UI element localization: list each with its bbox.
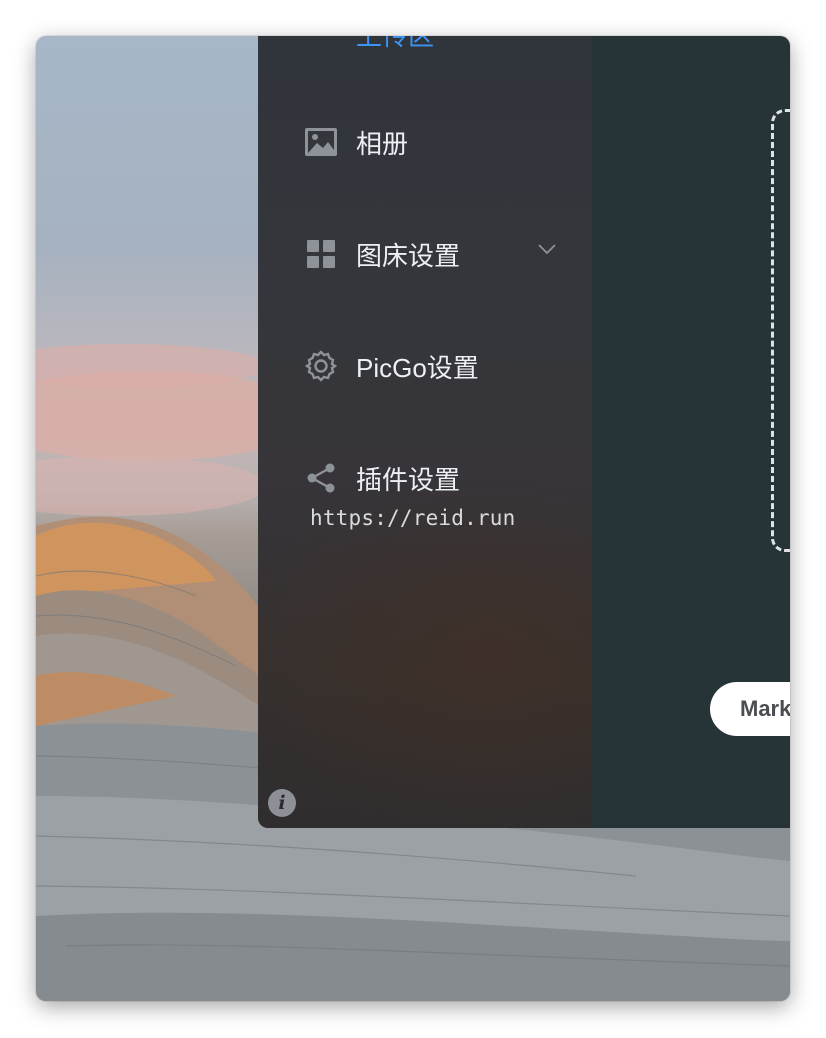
app-window: 上传区 相册 图床设置 PicGo设 xyxy=(36,36,790,1001)
image-icon xyxy=(304,125,338,159)
sidebar-item-label: 插件设置 xyxy=(356,464,461,495)
sidebar-item-gallery[interactable]: 相册 xyxy=(304,122,408,162)
gear-icon xyxy=(304,349,338,383)
info-icon[interactable]: i xyxy=(268,789,296,817)
upload-drop-zone[interactable] xyxy=(771,109,790,552)
sidebar-item-upload[interactable]: 上传区 xyxy=(304,36,434,54)
sidebar-item-picgo-settings[interactable]: PicGo设置 xyxy=(304,346,479,386)
sidebar-item-label: 上传区 xyxy=(356,36,434,53)
sidebar-item-label: 相册 xyxy=(356,128,409,159)
sidebar-item-plugin-settings[interactable]: 插件设置 xyxy=(304,458,460,498)
footer-url[interactable]: https://reid.run xyxy=(310,506,516,530)
sidebar: 上传区 相册 图床设置 PicGo设 xyxy=(258,36,597,828)
sidebar-item-label: PicGo设置 xyxy=(356,352,479,383)
share-icon xyxy=(304,461,338,495)
sidebar-item-label: 图床设置 xyxy=(356,240,461,271)
grid-icon xyxy=(304,237,338,271)
markdown-format-button[interactable]: Mark xyxy=(710,682,790,736)
main-content: Mark xyxy=(592,36,790,828)
chevron-down-icon[interactable] xyxy=(536,238,558,260)
upload-icon xyxy=(304,36,338,51)
sidebar-item-picbed-settings[interactable]: 图床设置 xyxy=(304,234,460,274)
